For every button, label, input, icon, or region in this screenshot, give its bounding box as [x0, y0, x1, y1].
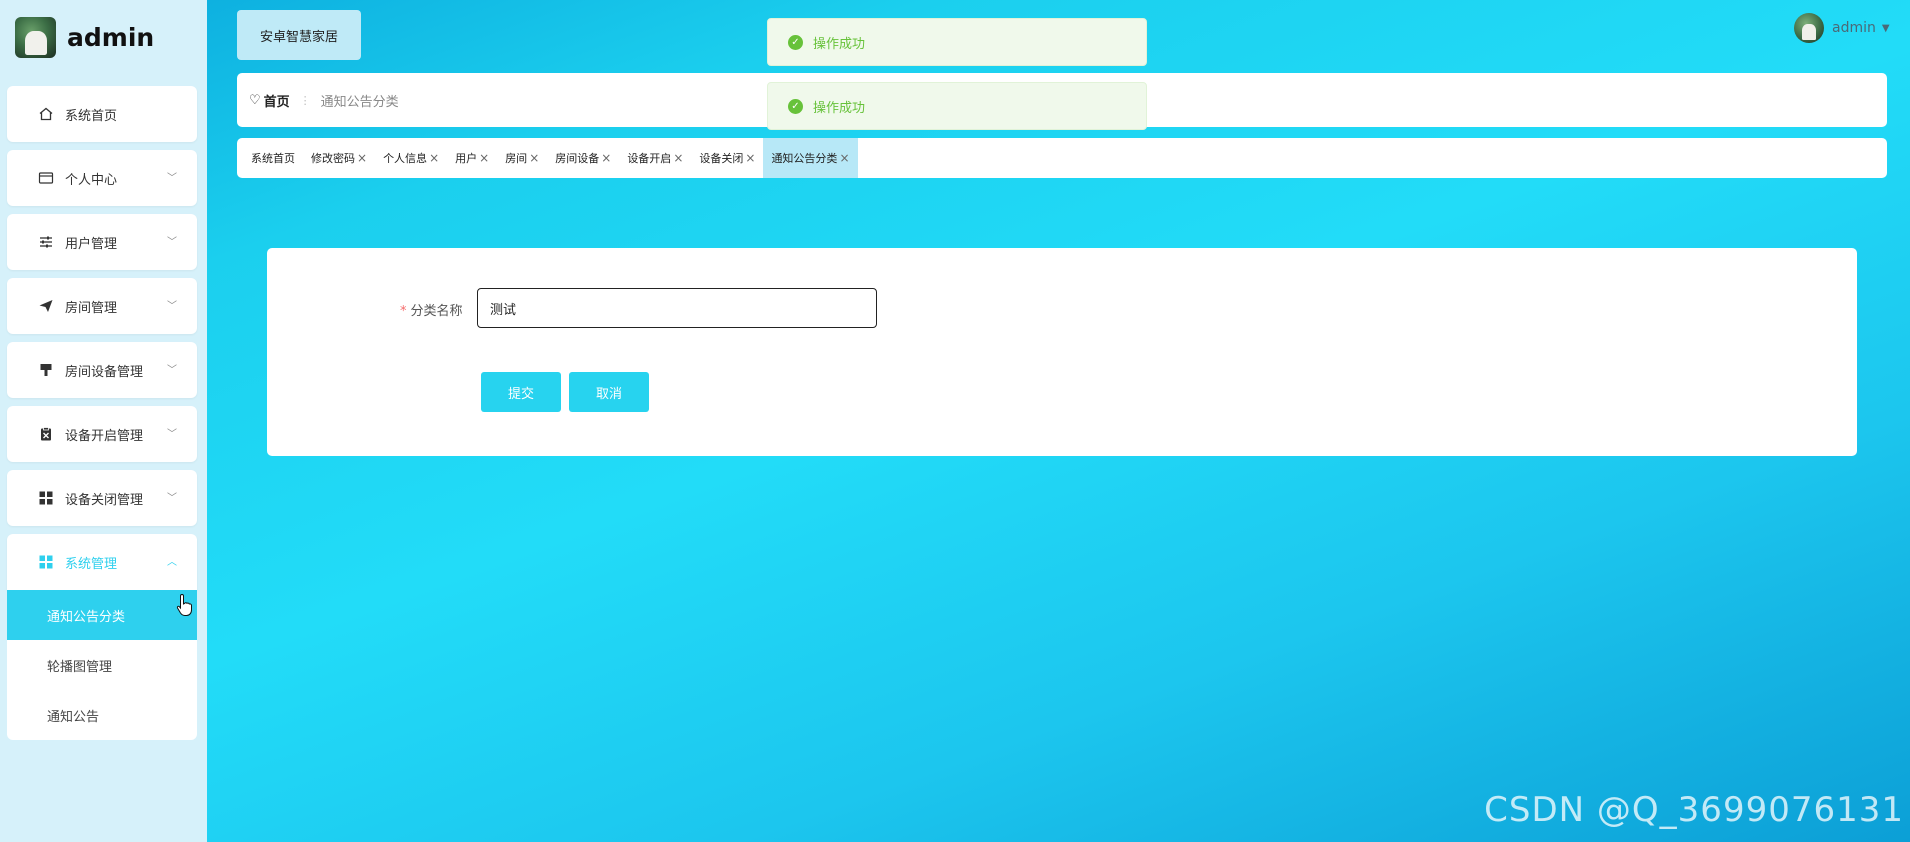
tab-label: 房间设备 — [555, 152, 600, 165]
sidebar-item-label: 系统首页 — [65, 108, 118, 124]
tab-label: 通知公告分类 — [771, 152, 838, 165]
chevron-down-icon: ﹀ — [167, 365, 177, 376]
chevron-down-icon: ﹀ — [167, 429, 177, 440]
tab-change-password[interactable]: 修改密码 × — [303, 138, 375, 178]
submenu-item-notice[interactable]: 通知公告 — [7, 690, 197, 740]
tab-device-on[interactable]: 设备开启 × — [619, 138, 691, 178]
close-icon[interactable]: × — [601, 151, 611, 165]
watermark: CSDN @Q_3699076131 — [1484, 790, 1904, 830]
sidebar-item-user-management[interactable]: 用户管理 ﹀ — [7, 214, 197, 270]
check-circle-icon: ✓ — [788, 98, 803, 114]
success-toast: ✓ 操作成功 — [767, 82, 1147, 130]
sidebar-item-system-management[interactable]: 系统管理 ︿ — [7, 534, 197, 590]
close-icon[interactable]: × — [479, 151, 489, 165]
tab-label: 修改密码 — [311, 152, 355, 165]
sidebar-item-label: 系统管理 — [65, 556, 118, 572]
chevron-down-icon: ﹀ — [167, 493, 177, 504]
toast-message: 操作成功 — [813, 36, 866, 52]
check-circle-icon: ✓ — [788, 34, 803, 50]
caret-down-icon: ▼ — [1881, 22, 1890, 34]
clipboard-icon — [37, 425, 55, 443]
tab-notice-category[interactable]: 通知公告分类 × — [763, 138, 858, 178]
sidebar-item-label: 设备开启管理 — [65, 428, 144, 444]
heart-icon: ♡ — [249, 92, 261, 108]
tab-room[interactable]: 房间 × — [497, 138, 547, 178]
tab-label: 用户 — [455, 152, 478, 165]
sidebar: admin 系统首页 个人中心 ﹀ 用户管理 ﹀ 房间管理 ﹀ 房间设备管理 ﹀ — [0, 0, 207, 842]
toast-message: 操作成功 — [813, 100, 866, 116]
brand: admin — [15, 17, 154, 58]
user-avatar — [1794, 13, 1824, 43]
tab-label: 设备开启 — [627, 152, 672, 165]
breadcrumb-home-label: 首页 — [263, 94, 290, 110]
close-icon[interactable]: × — [673, 151, 683, 165]
tab-label: 设备关闭 — [699, 152, 744, 165]
category-form-card: *分类名称 提交 取消 — [267, 248, 1857, 456]
grid-icon — [37, 489, 55, 507]
app-title: 安卓智慧家居 — [237, 10, 361, 60]
user-menu[interactable]: admin ▼ — [1794, 13, 1890, 43]
tabs-bar: 系统首页 修改密码 × 个人信息 × 用户 × 房间 × 房间设备 × 设备开启 × 设备关… — [237, 138, 1887, 178]
send-icon — [37, 297, 55, 315]
sidebar-item-label: 设备关闭管理 — [65, 492, 144, 508]
brand-name: admin — [67, 23, 155, 52]
success-toast: ✓ 操作成功 — [767, 18, 1147, 66]
sidebar-item-home[interactable]: 系统首页 — [7, 86, 197, 142]
cancel-button[interactable]: 取消 — [569, 372, 649, 412]
close-icon[interactable]: × — [839, 151, 849, 165]
hand-cursor-icon — [176, 593, 192, 616]
sidebar-item-room-management[interactable]: 房间管理 ﹀ — [7, 278, 197, 334]
tab-label: 房间 — [505, 152, 528, 165]
home-icon — [37, 105, 55, 123]
breadcrumb-current: 通知公告分类 — [320, 94, 399, 110]
sidebar-item-device-off-management[interactable]: 设备关闭管理 ﹀ — [7, 470, 197, 526]
submenu-item-notice-category[interactable]: 通知公告分类 — [7, 590, 197, 640]
close-icon[interactable]: × — [429, 151, 439, 165]
sidebar-item-room-device-management[interactable]: 房间设备管理 ﹀ — [7, 342, 197, 398]
close-icon[interactable]: × — [745, 151, 755, 165]
required-asterisk: * — [400, 304, 407, 319]
tab-user[interactable]: 用户 × — [447, 138, 497, 178]
submenu-item-carousel-management[interactable]: 轮播图管理 — [7, 640, 197, 690]
chevron-down-icon: ﹀ — [167, 237, 177, 248]
user-name: admin — [1832, 20, 1876, 36]
breadcrumb-home[interactable]: ♡ 首页 — [249, 91, 290, 110]
category-name-label-text: 分类名称 — [410, 304, 463, 319]
brush-icon — [37, 361, 55, 379]
system-management-submenu: 通知公告分类 轮播图管理 通知公告 — [7, 590, 197, 740]
chevron-up-icon: ︿ — [167, 557, 177, 568]
card-icon — [37, 169, 55, 187]
close-icon[interactable]: × — [529, 151, 539, 165]
sidebar-item-label: 房间设备管理 — [65, 364, 144, 380]
sliders-icon — [37, 233, 55, 251]
sidebar-item-device-on-management[interactable]: 设备开启管理 ﹀ — [7, 406, 197, 462]
sidebar-item-label: 个人中心 — [65, 172, 118, 188]
category-name-input[interactable] — [477, 288, 877, 328]
chevron-down-icon: ﹀ — [167, 301, 177, 312]
tab-room-device[interactable]: 房间设备 × — [547, 138, 619, 178]
sidebar-item-personal-center[interactable]: 个人中心 ﹀ — [7, 150, 197, 206]
category-name-label: * 分类名称 — [400, 300, 463, 319]
tab-label: 个人信息 — [383, 152, 428, 165]
tab-home[interactable]: 系统首页 — [243, 138, 303, 178]
close-icon[interactable]: × — [357, 151, 367, 165]
tab-label: 系统首页 — [251, 152, 295, 165]
breadcrumb-separator: ⋮ — [299, 93, 311, 107]
chevron-down-icon: ﹀ — [167, 173, 177, 184]
submit-button[interactable]: 提交 — [481, 372, 561, 412]
brand-avatar — [15, 17, 56, 58]
tab-personal-info[interactable]: 个人信息 × — [375, 138, 447, 178]
grid-icon — [37, 553, 55, 571]
tab-device-off[interactable]: 设备关闭 × — [691, 138, 763, 178]
sidebar-item-label: 用户管理 — [65, 236, 118, 252]
sidebar-item-label: 房间管理 — [65, 300, 118, 316]
